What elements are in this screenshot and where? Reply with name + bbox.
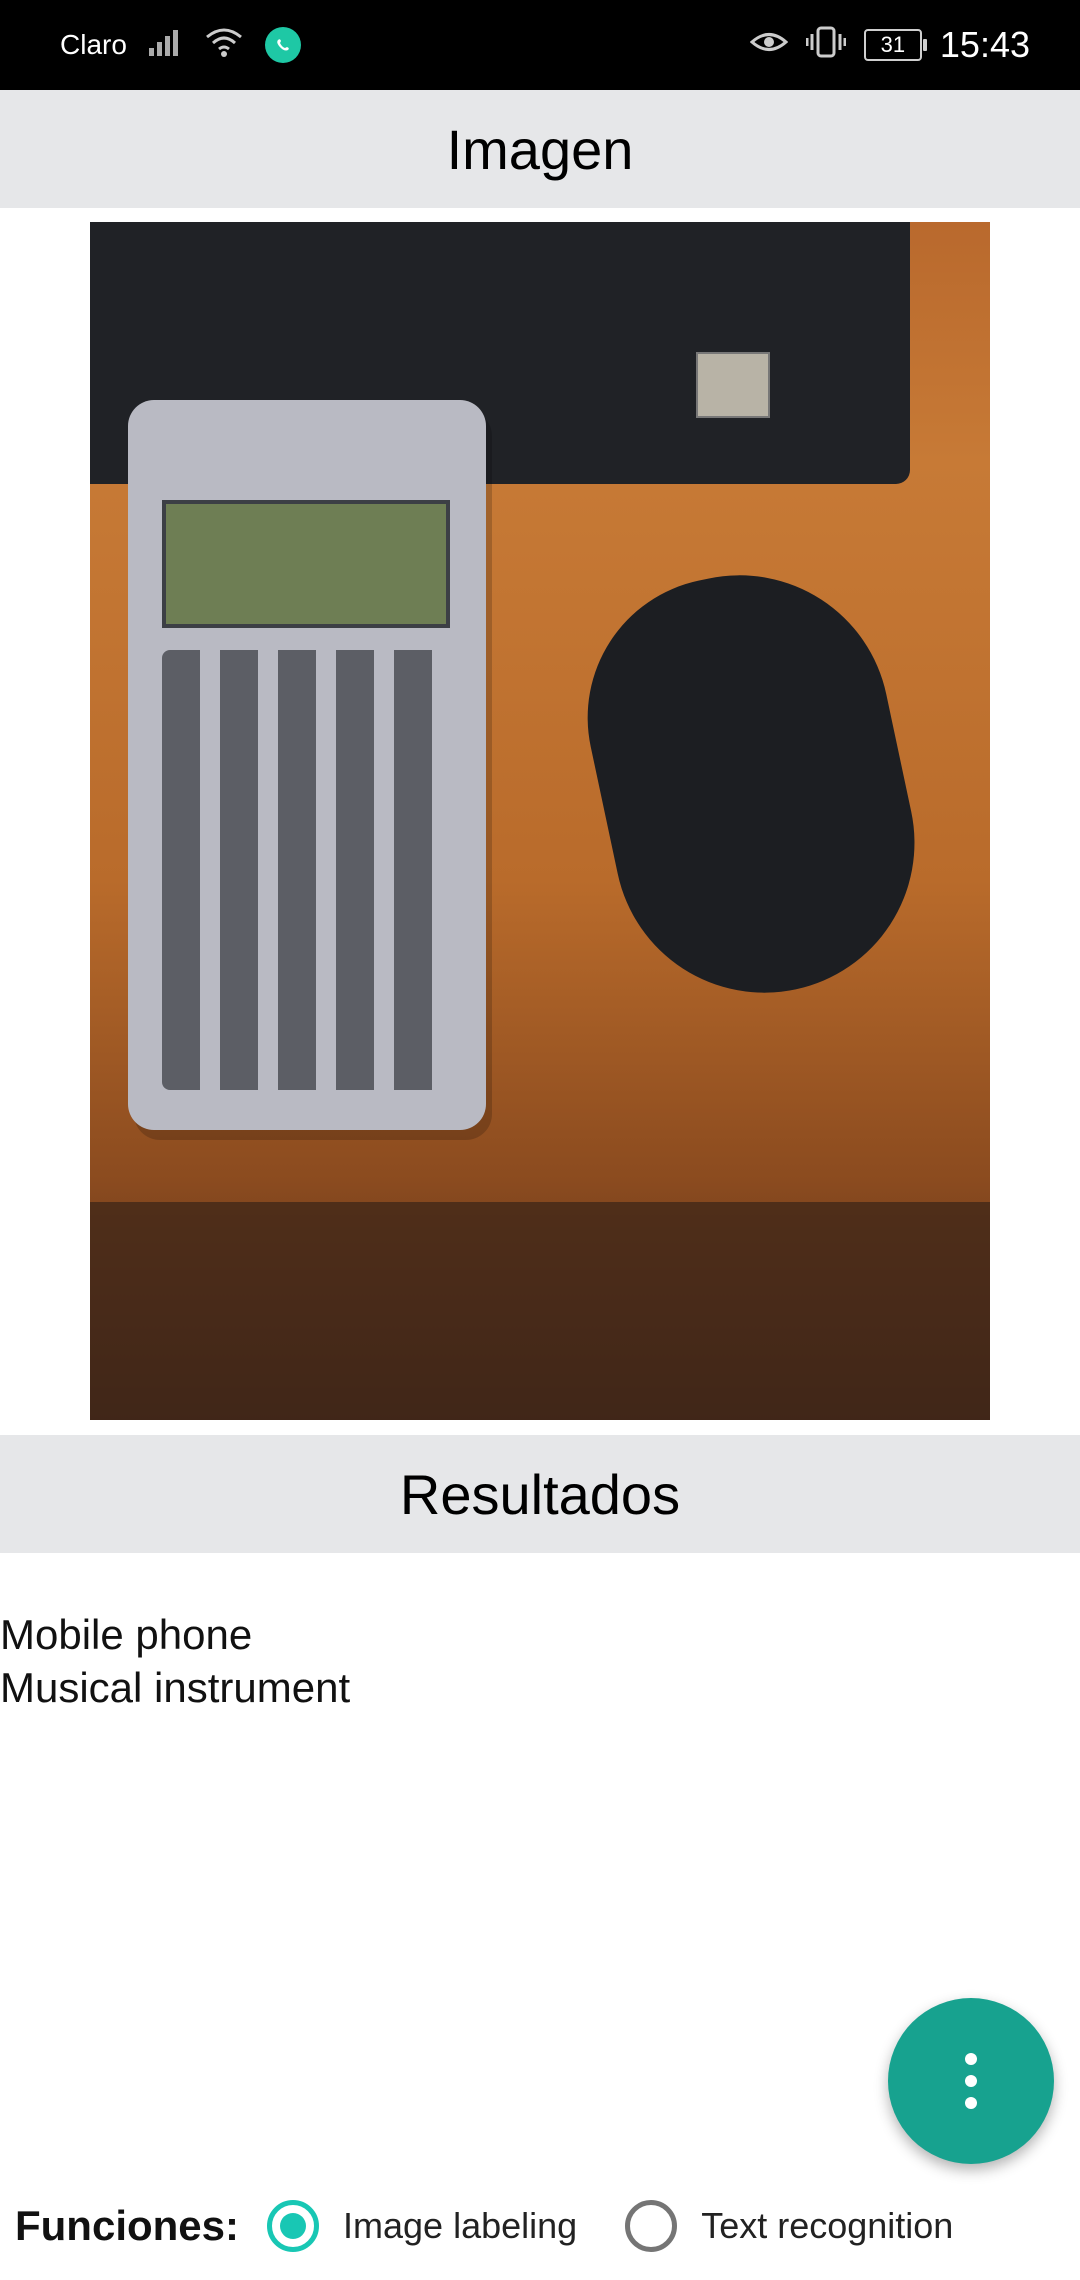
result-item: Mobile phone — [0, 1611, 253, 1658]
status-bar: Claro 31 15:43 — [0, 0, 1080, 90]
results-section-title: Resultados — [399, 1462, 681, 1526]
image-section-title: Imagen — [446, 117, 634, 181]
signal-icon — [148, 28, 183, 63]
battery-level: 31 — [880, 32, 906, 57]
results-list: Mobile phone Musical instrument — [0, 1608, 350, 1714]
carrier-label: Claro — [60, 29, 127, 60]
photo-calculator-screen — [162, 500, 450, 628]
result-item: Musical instrument — [0, 1664, 351, 1711]
photo-desk-edge — [90, 1202, 990, 1420]
photo-calculator-keys — [162, 650, 442, 1090]
image-labeling-radio[interactable] — [267, 2200, 320, 2252]
results-section-header: Resultados — [0, 1435, 1080, 1553]
image-labeling-label[interactable]: Image labeling — [343, 2205, 577, 2247]
more-vert-icon — [965, 2053, 977, 2109]
vibrate-icon — [805, 26, 847, 65]
more-options-fab[interactable] — [888, 1998, 1054, 2164]
photo-sticker-shape — [696, 352, 770, 418]
wifi-icon — [205, 27, 243, 64]
image-section-header: Imagen — [0, 90, 1080, 208]
analyzed-image — [90, 222, 990, 1420]
clock: 15:43 — [939, 24, 1030, 65]
photo-mouse-shape — [561, 547, 943, 1021]
eye-icon — [749, 29, 789, 62]
text-recognition-label[interactable]: Text recognition — [701, 2205, 953, 2247]
battery-icon: 31 — [863, 29, 927, 61]
functions-label: Funciones: — [15, 2202, 240, 2249]
function-selector: Funciones: Image labeling Text recogniti… — [15, 2195, 1001, 2257]
photo-calculator-shape — [128, 400, 486, 1130]
whatsapp-icon — [264, 27, 301, 63]
text-recognition-radio[interactable] — [625, 2200, 678, 2252]
